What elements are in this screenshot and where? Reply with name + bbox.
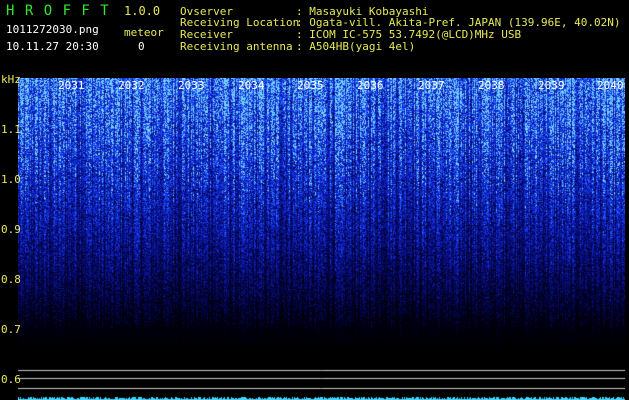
y-tick-label: 1.1 <box>1 123 21 136</box>
meteor-label: meteor <box>124 26 164 39</box>
x-tick-label: 2033 <box>178 79 205 92</box>
info-label-receiver: Receiver <box>180 28 233 41</box>
x-tick-label: 2035 <box>297 79 324 92</box>
x-tick-label: 2040 <box>597 79 624 92</box>
info-value-receiver: : ICOM IC-575 53.7492(@LCD)MHz USB <box>296 28 522 41</box>
y-tick-label: 0.8 <box>1 273 21 286</box>
x-tick-label: 2034 <box>238 79 265 92</box>
x-tick-label: 2036 <box>357 79 384 92</box>
meteor-count: 0 <box>138 40 145 53</box>
y-tick-label: 1.0 <box>1 173 21 186</box>
y-tick-label: 0.6 <box>1 373 21 386</box>
filename-label: 1011272030.png <box>6 23 99 36</box>
y-tick-label: 0.9 <box>1 223 21 236</box>
y-tick-label: 0.7 <box>1 323 21 336</box>
x-tick-label: 2032 <box>118 79 145 92</box>
x-tick-label: 2039 <box>538 79 565 92</box>
datetime-label: 10.11.27 20:30 <box>6 40 99 53</box>
info-label-antenna: Receiving antenna <box>180 40 293 53</box>
info-value-location: : Ogata-vill. Akita-Pref. JAPAN (139.96E… <box>296 16 621 29</box>
info-value-antenna: : A504HB(yagi 4el) <box>296 40 416 53</box>
app-title: H R O F F T <box>6 3 110 19</box>
info-label-location: Receiving Location <box>180 16 300 29</box>
y-axis-unit: kHz <box>1 73 21 86</box>
version-label: 1.0.0 <box>124 4 161 18</box>
x-tick-label: 2038 <box>478 79 505 92</box>
spectrogram-plot <box>18 78 625 400</box>
x-tick-label: 2037 <box>418 79 445 92</box>
x-tick-label: 2031 <box>58 79 85 92</box>
